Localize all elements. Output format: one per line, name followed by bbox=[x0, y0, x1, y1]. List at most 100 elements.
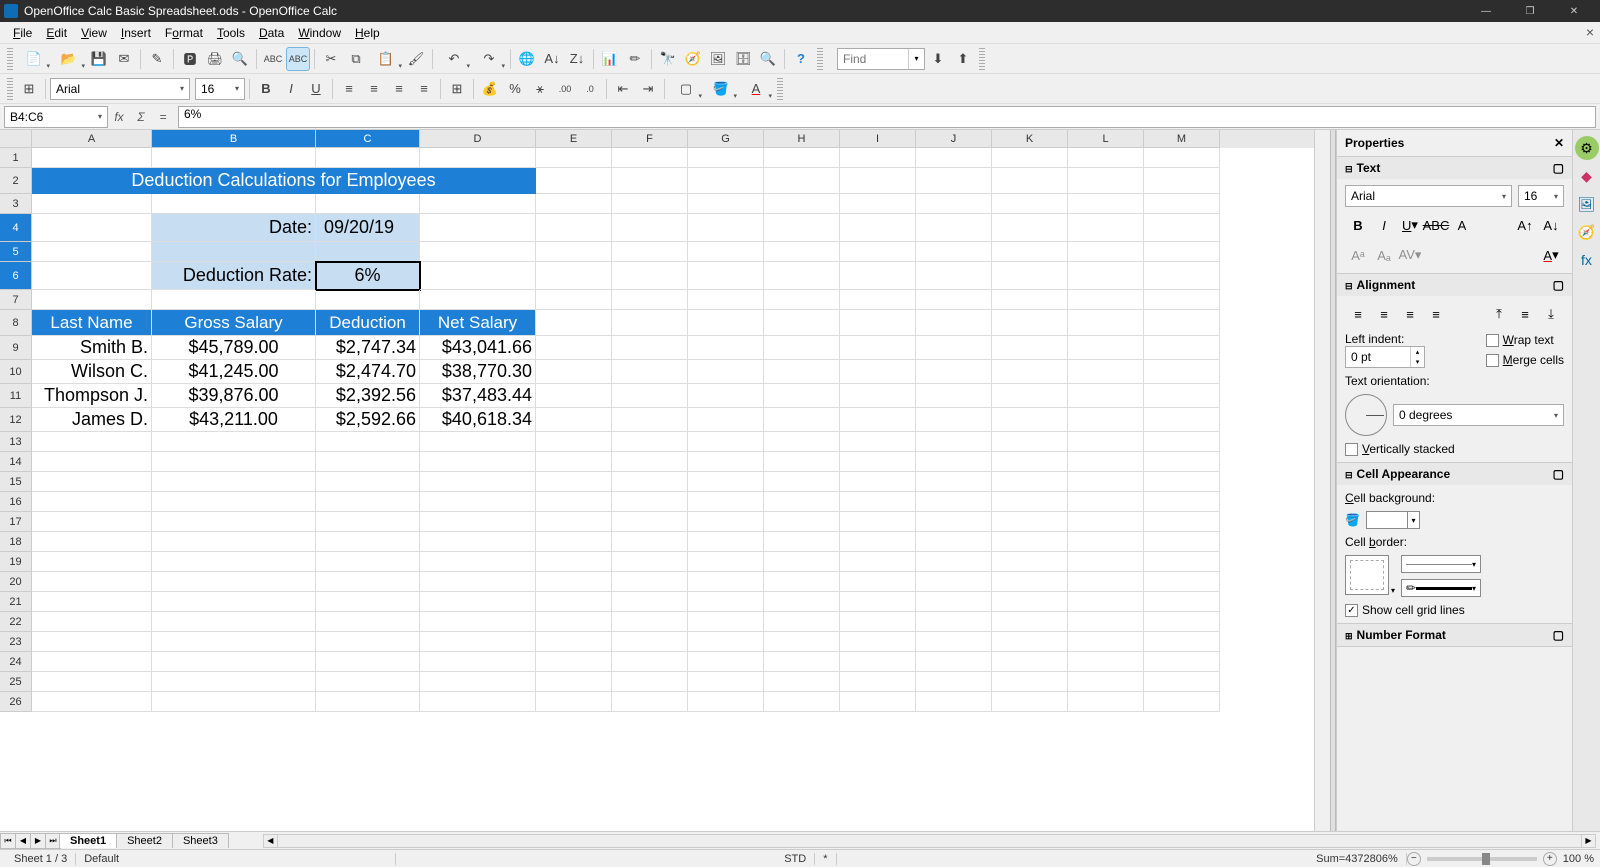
menu-data[interactable]: Data bbox=[252, 24, 291, 42]
sb-shrink-button[interactable]: A↓ bbox=[1538, 213, 1564, 237]
autospell-button[interactable]: ABC bbox=[286, 47, 310, 71]
navigator-button[interactable]: 🧭 bbox=[681, 47, 705, 71]
sheet-tab-1[interactable]: Sheet1 bbox=[59, 833, 117, 848]
col-header-G[interactable]: G bbox=[688, 130, 764, 148]
menu-tools[interactable]: Tools bbox=[210, 24, 252, 42]
cut-button[interactable]: ✂ bbox=[319, 47, 343, 71]
sb-align-more[interactable]: ▢ bbox=[1553, 278, 1564, 292]
toolbar-overflow[interactable] bbox=[817, 48, 823, 70]
row-header-12[interactable]: 12 bbox=[0, 408, 32, 432]
cell-B12[interactable]: $43,211.00 bbox=[152, 408, 316, 432]
increase-indent-button[interactable]: ⇥ bbox=[636, 77, 660, 101]
sb-numfmt-more[interactable]: ▢ bbox=[1553, 628, 1564, 642]
cell-C6-active[interactable]: 6% bbox=[316, 262, 420, 290]
chart-button[interactable]: 📊 bbox=[598, 47, 622, 71]
decrease-indent-button[interactable]: ⇤ bbox=[611, 77, 635, 101]
sb-fontcolor-button[interactable]: A▾ bbox=[1538, 243, 1564, 267]
col-header-J[interactable]: J bbox=[916, 130, 992, 148]
name-box[interactable]: B4:C6▾ bbox=[4, 106, 108, 128]
row-header-9[interactable]: 9 bbox=[0, 336, 32, 360]
horizontal-scrollbar[interactable]: ◀▶ bbox=[263, 834, 1596, 848]
sbtab-styles[interactable]: ◆ bbox=[1575, 164, 1599, 188]
cell-C4[interactable]: 09/20/19 bbox=[316, 214, 420, 242]
cell-A8[interactable]: Last Name bbox=[32, 310, 152, 336]
status-zoom[interactable]: 100 % bbox=[1557, 853, 1594, 865]
spreadsheet-grid[interactable]: 1 2 Deduction Calculations for Employees… bbox=[0, 148, 1314, 831]
sb-super-button[interactable]: Aᵃ bbox=[1345, 243, 1371, 267]
row-header-4[interactable]: 4 bbox=[0, 214, 32, 242]
percent-button[interactable]: % bbox=[503, 77, 527, 101]
cell-B11[interactable]: $39,876.00 bbox=[152, 384, 316, 408]
align-right-button[interactable]: ≡ bbox=[387, 77, 411, 101]
select-all-corner[interactable] bbox=[0, 130, 32, 148]
find-input[interactable] bbox=[838, 52, 908, 66]
sb-align-left[interactable]: ≡ bbox=[1345, 302, 1371, 326]
sb-valign-top[interactable]: ⤒ bbox=[1486, 302, 1512, 326]
font-name-select[interactable]: Arial▾ bbox=[50, 78, 190, 100]
cell-D11[interactable]: $37,483.44 bbox=[420, 384, 536, 408]
sb-align-justify[interactable]: ≡ bbox=[1423, 302, 1449, 326]
sbtab-properties[interactable]: ⚙ bbox=[1575, 136, 1599, 160]
sb-text-more[interactable]: ▢ bbox=[1553, 161, 1564, 175]
row-header-19[interactable]: 19 bbox=[0, 552, 32, 572]
toolbar-overflow-3[interactable] bbox=[777, 78, 783, 100]
preview-button[interactable]: 🔍 bbox=[228, 47, 252, 71]
row-header-13[interactable]: 13 bbox=[0, 432, 32, 452]
sb-indent-spinner[interactable]: 0 pt▴▾ bbox=[1345, 346, 1425, 368]
col-header-A[interactable]: A bbox=[32, 130, 152, 148]
cell-B5[interactable] bbox=[152, 242, 316, 262]
cell-C8[interactable]: Deduction bbox=[316, 310, 420, 336]
zoom-out-button[interactable]: − bbox=[1407, 852, 1421, 866]
col-header-C[interactable]: C bbox=[316, 130, 420, 148]
minimize-button[interactable]: — bbox=[1464, 0, 1508, 22]
row-header-21[interactable]: 21 bbox=[0, 592, 32, 612]
sb-linestyle-select[interactable]: ▾ bbox=[1401, 555, 1481, 573]
col-header-E[interactable]: E bbox=[536, 130, 612, 148]
menu-view[interactable]: View bbox=[74, 24, 114, 42]
row-header-5[interactable]: 5 bbox=[0, 242, 32, 262]
sb-font-select[interactable]: Arial▾ bbox=[1345, 185, 1512, 207]
col-header-F[interactable]: F bbox=[612, 130, 688, 148]
sb-degrees-select[interactable]: 0 degrees▾ bbox=[1393, 404, 1564, 426]
zoom-slider[interactable] bbox=[1427, 857, 1537, 861]
sort-desc-button[interactable]: Z↓ bbox=[565, 47, 589, 71]
align-justify-button[interactable]: ≡ bbox=[412, 77, 436, 101]
close-button[interactable]: ✕ bbox=[1552, 0, 1596, 22]
function-wizard-button[interactable]: fx bbox=[108, 106, 130, 128]
sbtab-gallery[interactable]: 🖼 bbox=[1575, 192, 1599, 216]
align-left-button[interactable]: ≡ bbox=[337, 77, 361, 101]
copy-button[interactable]: ⧉ bbox=[344, 47, 368, 71]
sb-linecolor-select[interactable]: ✏▾ bbox=[1401, 579, 1481, 597]
del-decimal-button[interactable]: .0 bbox=[578, 77, 602, 101]
row-header-8[interactable]: 8 bbox=[0, 310, 32, 336]
close-document-button[interactable]: × bbox=[1586, 24, 1594, 40]
row-header-1[interactable]: 1 bbox=[0, 148, 32, 168]
cell-B10[interactable]: $41,245.00 bbox=[152, 360, 316, 384]
row-header-22[interactable]: 22 bbox=[0, 612, 32, 632]
sb-showgrid-checkbox[interactable]: ✓Show cell grid lines bbox=[1345, 603, 1564, 617]
row-header-3[interactable]: 3 bbox=[0, 194, 32, 214]
find-next-button[interactable]: ⬇ bbox=[926, 47, 950, 71]
row-header-7[interactable]: 7 bbox=[0, 290, 32, 310]
datasources-button[interactable]: 🗄 bbox=[731, 47, 755, 71]
bgcolor-button[interactable]: 🪣 bbox=[704, 77, 738, 101]
col-header-L[interactable]: L bbox=[1068, 130, 1144, 148]
add-decimal-button[interactable]: .00 bbox=[553, 77, 577, 101]
menu-help[interactable]: Help bbox=[348, 24, 387, 42]
merge-cells-button[interactable]: ⊞ bbox=[445, 77, 469, 101]
italic-button[interactable]: I bbox=[279, 77, 303, 101]
toolbar-grip[interactable] bbox=[7, 48, 13, 70]
col-header-I[interactable]: I bbox=[840, 130, 916, 148]
new-button[interactable]: 📄 bbox=[17, 47, 51, 71]
help-button[interactable]: ? bbox=[789, 47, 813, 71]
menu-edit[interactable]: Edit bbox=[39, 24, 74, 42]
cell-A9[interactable]: Smith B. bbox=[32, 336, 152, 360]
font-size-select[interactable]: 16▾ bbox=[195, 78, 245, 100]
underline-button[interactable]: U bbox=[304, 77, 328, 101]
sb-text-head[interactable]: Text bbox=[1357, 161, 1381, 175]
sb-valign-bot[interactable]: ⤓ bbox=[1538, 302, 1564, 326]
sort-asc-button[interactable]: A↓ bbox=[540, 47, 564, 71]
align-center-button[interactable]: ≡ bbox=[362, 77, 386, 101]
export-pdf-button[interactable]: 🅿 bbox=[178, 47, 202, 71]
cell-C5[interactable] bbox=[316, 242, 420, 262]
